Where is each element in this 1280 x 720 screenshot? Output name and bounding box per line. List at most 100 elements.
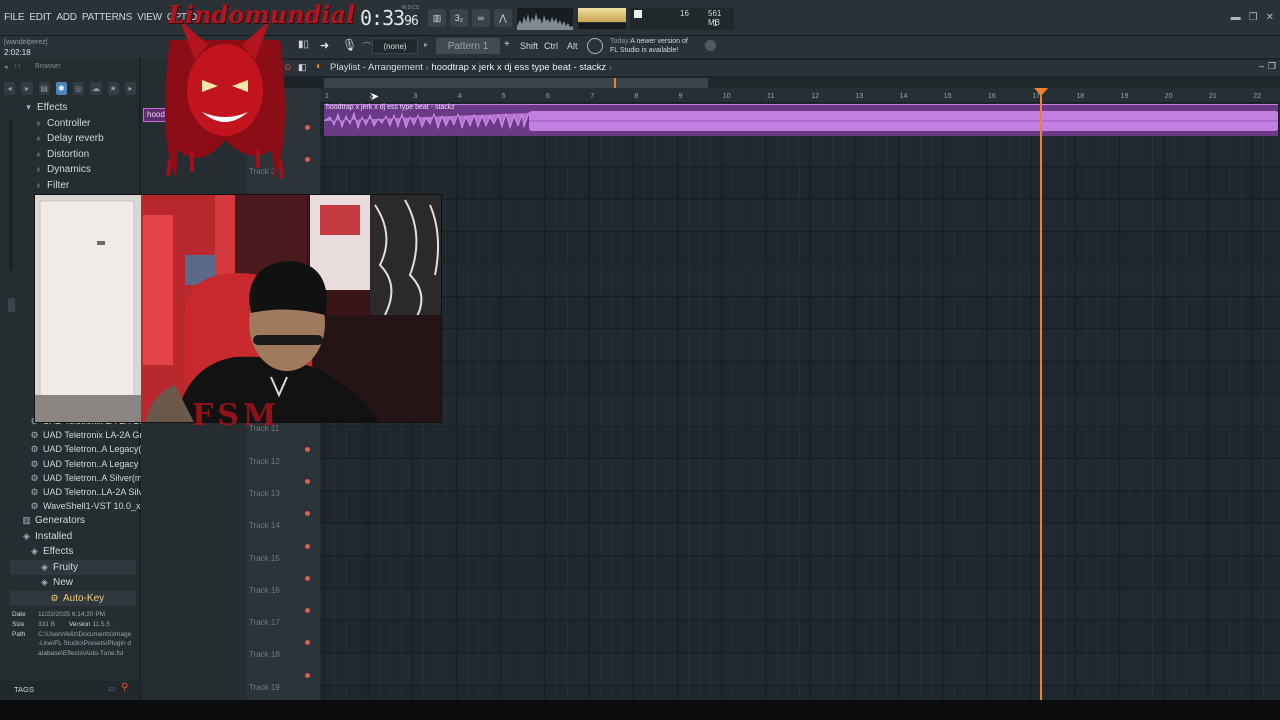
- tree-item-filter[interactable]: ♁ Filter: [24, 178, 104, 194]
- track-lane: [320, 685, 1280, 700]
- track-record-icon[interactable]: [305, 511, 310, 516]
- tree-item-generators[interactable]: ▥ Generators: [10, 513, 136, 529]
- star-icon[interactable]: ★: [107, 81, 119, 95]
- playlist-maximize-icon[interactable]: ❐: [1268, 61, 1276, 72]
- playlist-minimize-icon[interactable]: –: [1259, 61, 1264, 71]
- menu-file[interactable]: FILE: [4, 12, 25, 23]
- ruler-bar-number: 22: [1253, 93, 1261, 100]
- ctrl-key-button[interactable]: Ctrl: [544, 38, 558, 54]
- tree-item-distortion[interactable]: ♁ Distortion: [24, 147, 104, 163]
- monitor-slider[interactable]: [634, 10, 642, 18]
- browser-scroll-thumb[interactable]: [8, 298, 15, 312]
- expand-icon[interactable]: ▸: [124, 81, 136, 95]
- track-label[interactable]: Track 19: [249, 683, 280, 692]
- tree-label: New: [53, 577, 74, 588]
- arrow-right-icon[interactable]: ➜: [320, 39, 329, 52]
- tree-item-controller[interactable]: ♁ Controller: [24, 116, 104, 132]
- ruler-bar-number: 3: [413, 93, 417, 100]
- browser-menu-icon[interactable]: ◂: [4, 63, 8, 71]
- typing-keyboard-icon[interactable]: ▥: [428, 9, 446, 27]
- forward-icon[interactable]: ▸: [21, 81, 33, 95]
- search-icon[interactable]: ⚲: [121, 682, 128, 693]
- tree-item-auto-key[interactable]: ⚙ Auto-Key: [10, 590, 136, 606]
- cloud-icon[interactable]: ☁: [90, 81, 102, 95]
- tree-item-effects[interactable]: ▾ Effects: [24, 100, 104, 116]
- menu-edit[interactable]: EDIT: [29, 12, 51, 23]
- ruler-bar-number: 12: [811, 93, 819, 100]
- time-main: 0:33: [360, 6, 405, 30]
- track-lane: [320, 264, 1280, 296]
- track-record-icon[interactable]: [305, 608, 310, 613]
- tags-label: TAGS: [14, 684, 34, 694]
- browser-up-icon[interactable]: ↑↑: [14, 63, 21, 70]
- track-record-icon[interactable]: [305, 544, 310, 549]
- track-label[interactable]: Track 12: [249, 457, 280, 466]
- tree-item-new[interactable]: ◈ New: [10, 575, 136, 591]
- step-edit-icon[interactable]: 3₂: [450, 9, 468, 27]
- playlist-scrollbar[interactable]: [324, 78, 1280, 88]
- track-label[interactable]: Track 15: [249, 554, 280, 563]
- add-pattern-icon[interactable]: +: [504, 39, 510, 50]
- audio-clip[interactable]: [324, 104, 1278, 136]
- track-record-icon[interactable]: [305, 640, 310, 645]
- playlist-arrow-icon[interactable]: ◐: [316, 61, 322, 72]
- minimize-icon[interactable]: ▬: [1231, 12, 1241, 23]
- track-lane: [320, 458, 1280, 491]
- track-record-icon[interactable]: [305, 673, 310, 678]
- window-controls: ▬ ❐ ✕: [1231, 12, 1274, 23]
- track-record-icon[interactable]: [305, 479, 310, 484]
- plugin-icon: ♁: [35, 164, 42, 174]
- track-record-icon[interactable]: [305, 447, 310, 452]
- sound-icon[interactable]: ◎: [73, 81, 85, 95]
- track-lane: [320, 361, 1280, 394]
- playhead[interactable]: [1040, 88, 1043, 700]
- browser-scrollbar[interactable]: [9, 120, 13, 270]
- track-label[interactable]: Track 16: [249, 586, 280, 595]
- output-waveform-monitor: [517, 8, 573, 30]
- close-icon[interactable]: ✕: [1266, 12, 1274, 23]
- microphone-icon[interactable]: 🎙︎: [342, 38, 357, 52]
- folder-icon[interactable]: ▭: [108, 684, 115, 693]
- snap-icon[interactable]: ⌒: [362, 40, 371, 53]
- metronome-icon[interactable]: ⋀: [494, 9, 512, 27]
- maximize-icon[interactable]: ❐: [1249, 12, 1258, 23]
- alt-key-button[interactable]: Alt: [567, 38, 578, 54]
- timeline-ruler[interactable]: 1 2 3 4 5 6 7 8 9 10 11 12 13 14 15 16 17 18 19 20 21 22: [320, 88, 1280, 102]
- menu-add[interactable]: ADD: [56, 12, 77, 23]
- back-icon[interactable]: ◂: [4, 81, 16, 95]
- browser-title: Browser: [35, 63, 61, 70]
- plugin-database-icon[interactable]: ✱: [55, 81, 67, 95]
- scroll-position-marker: [614, 78, 616, 88]
- plug-icon: ◈: [41, 577, 48, 587]
- ruler-bar-number: 5: [502, 93, 506, 100]
- menu-patterns[interactable]: PATTERNS: [82, 12, 132, 23]
- tree-label: Effects: [43, 546, 74, 557]
- tree-item-dynamics[interactable]: ♁ Dynamics: [24, 162, 104, 178]
- playhead-marker[interactable]: [1034, 88, 1049, 96]
- playlist-scroll-thumb[interactable]: [324, 78, 708, 88]
- clip-title: hoodtrap x jerk x dj ess type beat - sta…: [326, 104, 455, 111]
- online-icon[interactable]: [705, 40, 716, 51]
- track-label[interactable]: Track 18: [249, 650, 280, 659]
- shift-key-button[interactable]: Shift: [520, 38, 538, 54]
- webcam-overlay: [34, 194, 442, 423]
- tree-item-delay-reverb[interactable]: ♁ Delay reverb: [24, 131, 104, 147]
- file-icon[interactable]: ▤: [38, 81, 50, 95]
- tree-item-fruity[interactable]: ◈ Fruity: [10, 559, 136, 575]
- track-label[interactable]: Track 13: [249, 489, 280, 498]
- news-panel[interactable]: Today A newer version of FL Studio is av…: [610, 37, 688, 55]
- pattern-prev-icon[interactable]: ▸: [424, 40, 428, 49]
- pattern-selector[interactable]: Pattern 1: [436, 38, 500, 54]
- news-icon[interactable]: [587, 38, 603, 54]
- tree-label: Filter: [47, 179, 70, 191]
- track-label[interactable]: Track 14: [249, 521, 280, 530]
- tree-item-installed[interactable]: ◈ Installed: [10, 529, 136, 545]
- track-record-icon[interactable]: [305, 576, 310, 581]
- version-label: Version: [68, 620, 91, 628]
- snap-select[interactable]: (none): [372, 38, 418, 54]
- track-lane: [320, 491, 1280, 523]
- tree-item-installed-effects[interactable]: ◈ Effects: [10, 544, 136, 560]
- track-label[interactable]: Track 17: [249, 618, 280, 627]
- loop-record-icon[interactable]: ∞: [472, 9, 490, 27]
- playlist-grid[interactable]: [320, 102, 1280, 700]
